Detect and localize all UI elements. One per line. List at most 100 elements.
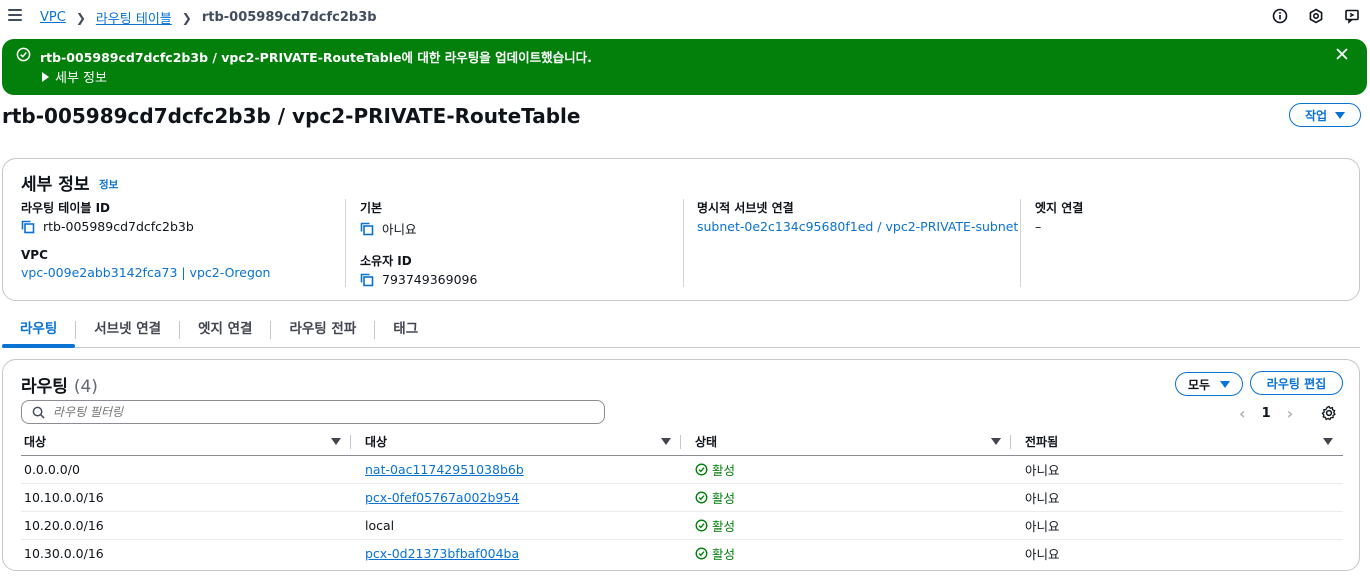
chevron-right-icon: ❯ (181, 10, 192, 25)
route-search-input[interactable] (53, 405, 593, 419)
sort-icon (991, 438, 1001, 445)
route-table-id-label: 라우팅 테이블 ID (21, 201, 111, 215)
route-table-id-value: rtb-005989cd7dcfc2b3b (43, 219, 194, 234)
actions-button[interactable]: 작업 (1289, 103, 1361, 127)
tab-subnet-associations[interactable]: 서브넷 연결 (76, 318, 179, 342)
explicit-subnet-label: 명시적 서브넷 연결 (697, 201, 794, 215)
explicit-subnet-link[interactable]: subnet-0e2c134c95680f1ed / vpc2-PRIVATE-… (697, 219, 1018, 234)
breadcrumb-vpc[interactable]: VPC (40, 10, 66, 25)
cell-destination: 10.20.0.0/16 (21, 511, 351, 540)
details-panel: 세부 정보 정보 라우팅 테이블 ID rtb-005989cd7dcfc2b3… (2, 158, 1360, 301)
menu-icon[interactable] (8, 9, 22, 21)
top-navigation: VPC ❯ 라우팅 테이블 ❯ rtb-005989cd7dcfc2b3b (0, 0, 1370, 34)
breadcrumb-route-tables[interactable]: 라우팅 테이블 (96, 8, 172, 27)
edit-routes-button[interactable]: 라우팅 편집 (1250, 371, 1343, 395)
tab-routes[interactable]: 라우팅 (2, 318, 76, 348)
cell-target-link[interactable]: nat-0ac11742951038b6b (365, 462, 524, 477)
copy-icon[interactable] (360, 273, 374, 287)
column-header-target[interactable]: 대상 (351, 429, 681, 456)
routes-title-text: 라우팅 (21, 377, 68, 397)
column-header-label: 대상 (365, 435, 388, 450)
breadcrumb-current: rtb-005989cd7dcfc2b3b (201, 10, 377, 25)
tab-list: 라우팅 서브넷 연결 엣지 연결 라우팅 전파 태그 (2, 318, 1360, 348)
column-header-label: 상태 (695, 435, 718, 450)
route-filter-dropdown[interactable]: 모두 (1175, 372, 1243, 396)
prev-page-icon[interactable]: ‹ (1239, 404, 1246, 423)
cell-destination: 0.0.0.0/0 (21, 455, 351, 484)
table-row: 10.20.0.0/16 local 활성 아니요 (21, 511, 1343, 540)
gear-icon[interactable] (1321, 405, 1337, 425)
success-check-icon (695, 547, 708, 560)
column-header-label: 대상 (24, 435, 47, 450)
edge-assoc-label: 엣지 연결 (1035, 201, 1084, 215)
current-page[interactable]: 1 (1262, 406, 1271, 421)
routes-title: 라우팅 (4) (21, 372, 98, 397)
info-icon[interactable] (1270, 6, 1290, 26)
routes-panel: 라우팅 (4) 모두 라우팅 편집 ‹ 1 › 대상 대상 상태 전파됨 0.0… (2, 359, 1360, 571)
cell-propagated: 아니요 (1011, 511, 1343, 540)
details-col-2: 기본 아니요 소유자 ID 793749369096 (360, 199, 477, 287)
cell-destination: 10.10.0.0/16 (21, 483, 351, 512)
main-label: 기본 (360, 201, 383, 215)
details-col-4: 엣지 연결 – (1035, 199, 1083, 234)
route-filter-label: 모두 (1187, 377, 1211, 392)
sort-icon (331, 438, 341, 445)
main-value: 아니요 (382, 222, 417, 237)
tab-tags[interactable]: 태그 (375, 318, 436, 342)
flash-details-toggle[interactable]: 세부 정보 (42, 67, 107, 86)
details-col-1: 라우팅 테이블 ID rtb-005989cd7dcfc2b3b VPC vpc… (21, 199, 270, 280)
routes-table: 대상 대상 상태 전파됨 0.0.0.0/0 nat-0ac1174295103… (21, 429, 1343, 567)
sort-icon (1323, 438, 1333, 445)
status-text: 활성 (712, 490, 736, 506)
settings-hex-icon[interactable] (1306, 6, 1326, 26)
table-row: 10.10.0.0/16 pcx-0fef05767a002b954 활성 아니… (21, 483, 1343, 512)
success-check-icon (695, 519, 708, 531)
success-check-icon (695, 463, 708, 475)
flash-details-label: 세부 정보 (55, 71, 107, 86)
breadcrumb: VPC ❯ 라우팅 테이블 ❯ rtb-005989cd7dcfc2b3b (40, 8, 377, 27)
feedback-icon[interactable] (1342, 6, 1362, 26)
actions-label: 작업 (1304, 108, 1328, 123)
copy-icon[interactable] (21, 220, 35, 234)
divider (1020, 199, 1021, 287)
pagination: ‹ 1 › (1239, 404, 1293, 423)
cell-destination: 10.30.0.0/16 (24, 545, 104, 561)
cell-propagated: 아니요 (1011, 455, 1343, 484)
sort-icon (661, 438, 671, 445)
column-header-propagated[interactable]: 전파됨 (1011, 429, 1343, 456)
cell-target-link[interactable]: pcx-0fef05767a002b954 (365, 490, 519, 505)
status-badge: 활성 (695, 460, 1011, 479)
tab-edge-associations[interactable]: 엣지 연결 (180, 318, 270, 342)
copy-icon[interactable] (360, 222, 374, 236)
route-search-box[interactable] (21, 400, 605, 424)
status-badge: 활성 (695, 488, 1011, 507)
owner-id-value: 793749369096 (382, 272, 478, 287)
vpc-label: VPC (21, 248, 48, 262)
divider (683, 199, 684, 287)
vpc-link[interactable]: vpc-009e2abb3142fca73 | vpc2-Oregon (21, 265, 270, 280)
status-text: 활성 (712, 462, 736, 478)
divider (345, 199, 346, 287)
table-row: 10.30.0.0/16 pcx-0d21373bfbaf004ba 활성 아니… (21, 539, 1343, 567)
caret-right-icon (42, 71, 49, 82)
success-check-icon (695, 491, 708, 503)
edge-assoc-value: – (1035, 219, 1042, 234)
status-text: 활성 (712, 546, 736, 562)
success-check-icon (16, 47, 31, 66)
flash-message: rtb-005989cd7dcfc2b3b / vpc2-PRIVATE-Rou… (40, 50, 592, 65)
caret-down-icon (1335, 111, 1346, 119)
info-link[interactable]: 정보 (99, 177, 118, 192)
status-badge: 활성 (695, 544, 1011, 563)
routes-count: (4) (73, 377, 98, 397)
column-header-destination[interactable]: 대상 (21, 429, 351, 456)
status-text: 활성 (712, 518, 736, 534)
cell-target-link[interactable]: pcx-0d21373bfbaf004ba (365, 546, 519, 561)
page-title: rtb-005989cd7dcfc2b3b / vpc2-PRIVATE-Rou… (2, 104, 581, 128)
success-flash-banner: rtb-005989cd7dcfc2b3b / vpc2-PRIVATE-Rou… (2, 39, 1367, 95)
close-icon[interactable] (1335, 47, 1349, 65)
column-header-label: 전파됨 (1025, 435, 1059, 450)
details-title: 세부 정보 (21, 175, 90, 195)
column-header-status[interactable]: 상태 (681, 429, 1011, 456)
tab-route-propagation[interactable]: 라우팅 전파 (271, 318, 374, 342)
next-page-icon[interactable]: › (1287, 404, 1294, 423)
